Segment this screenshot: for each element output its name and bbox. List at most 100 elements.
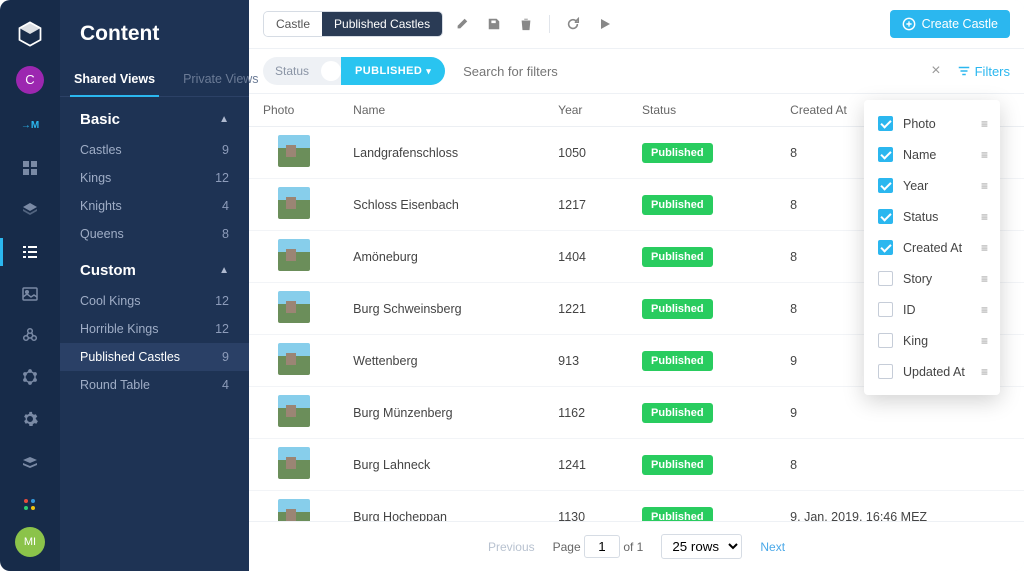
save-icon[interactable]: [485, 15, 503, 33]
sidebar-item[interactable]: Knights4: [60, 192, 249, 220]
column-toggle-row[interactable]: Updated At ≡: [864, 356, 1000, 387]
checkbox[interactable]: [878, 209, 893, 224]
column-toggle-row[interactable]: Name ≡: [864, 139, 1000, 170]
sidebar-item[interactable]: Queens8: [60, 220, 249, 248]
column-label: King: [903, 334, 971, 348]
play-icon[interactable]: [596, 15, 614, 33]
column-toggle-row[interactable]: Status ≡: [864, 201, 1000, 232]
edit-icon[interactable]: [453, 15, 471, 33]
nav-rail: C →M MI: [0, 0, 60, 571]
user-avatar[interactable]: MI: [15, 527, 45, 557]
status-filter[interactable]: Status PUBLISHED▾: [263, 57, 445, 85]
breadcrumb-root[interactable]: Castle: [264, 12, 322, 36]
checkbox[interactable]: [878, 364, 893, 379]
pager-next[interactable]: Next: [760, 540, 785, 554]
col-name[interactable]: Name: [339, 94, 544, 127]
column-label: Photo: [903, 117, 971, 131]
clear-filters-icon[interactable]: ×: [925, 62, 946, 80]
refresh-icon[interactable]: [564, 15, 582, 33]
cell-year: 1404: [544, 231, 628, 283]
thumbnail: [278, 135, 310, 167]
col-photo[interactable]: Photo: [249, 94, 339, 127]
sidebar: Content Shared Views Private Views Basic…: [60, 0, 249, 571]
sidebar-item[interactable]: Kings12: [60, 164, 249, 192]
search-input[interactable]: [455, 58, 915, 85]
cell-name: Schloss Eisenbach: [339, 179, 544, 231]
checkbox[interactable]: [878, 147, 893, 162]
column-toggle-row[interactable]: Year ≡: [864, 170, 1000, 201]
tab-private-views[interactable]: Private Views: [169, 62, 273, 96]
drag-handle-icon[interactable]: ≡: [981, 179, 986, 193]
sidebar-item[interactable]: Castles9: [60, 136, 249, 164]
apps-icon[interactable]: [0, 485, 60, 525]
status-badge: Published: [642, 299, 713, 319]
app-logo[interactable]: [14, 18, 46, 50]
column-label: Status: [903, 210, 971, 224]
drag-handle-icon[interactable]: ≡: [981, 334, 986, 348]
cell-year: 1221: [544, 283, 628, 335]
column-label: ID: [903, 303, 971, 317]
column-toggle-row[interactable]: ID ≡: [864, 294, 1000, 325]
checkbox[interactable]: [878, 178, 893, 193]
drag-handle-icon[interactable]: ≡: [981, 210, 986, 224]
checkbox[interactable]: [878, 240, 893, 255]
column-toggle-row[interactable]: Story ≡: [864, 263, 1000, 294]
settings-icon[interactable]: [0, 399, 60, 439]
cell-name: Amöneburg: [339, 231, 544, 283]
schema-icon[interactable]: [0, 357, 60, 397]
dashboard-icon[interactable]: [0, 148, 60, 188]
stack-icon[interactable]: [0, 190, 60, 230]
drag-handle-icon[interactable]: ≡: [981, 117, 986, 131]
checkbox[interactable]: [878, 271, 893, 286]
breadcrumb-current[interactable]: Published Castles: [322, 12, 442, 36]
docs-icon[interactable]: [0, 443, 60, 483]
drag-handle-icon[interactable]: ≡: [981, 303, 986, 317]
table-row[interactable]: Burg Lahneck 1241 Published 8: [249, 439, 1024, 491]
status-badge: Published: [642, 403, 713, 423]
column-toggle-row[interactable]: King ≡: [864, 325, 1000, 356]
media-icon[interactable]: [0, 274, 60, 314]
column-toggle-row[interactable]: Photo ≡: [864, 108, 1000, 139]
pager-rows-select[interactable]: 25 rows: [661, 534, 742, 559]
column-label: Updated At: [903, 365, 971, 379]
column-toggle-row[interactable]: Created At ≡: [864, 232, 1000, 263]
pager-page-input[interactable]: [584, 535, 620, 558]
drag-handle-icon[interactable]: ≡: [981, 148, 986, 162]
col-year[interactable]: Year: [544, 94, 628, 127]
thumbnail: [278, 499, 310, 521]
checkbox[interactable]: [878, 333, 893, 348]
sidebar-item[interactable]: Cool Kings12: [60, 287, 249, 315]
cell-year: 1050: [544, 127, 628, 179]
drag-handle-icon[interactable]: ≡: [981, 241, 986, 255]
drag-handle-icon[interactable]: ≡: [981, 365, 986, 379]
status-badge: Published: [642, 247, 713, 267]
workspace-avatar[interactable]: C: [16, 66, 44, 94]
column-label: Year: [903, 179, 971, 193]
section-header[interactable]: Basic▲: [60, 97, 249, 136]
sidebar-item[interactable]: Published Castles9: [60, 343, 249, 371]
checkbox[interactable]: [878, 116, 893, 131]
webhooks-icon[interactable]: [0, 315, 60, 355]
create-button-label: Create Castle: [922, 17, 998, 31]
delete-icon[interactable]: [517, 15, 535, 33]
cell-name: Wettenberg: [339, 335, 544, 387]
migrate-icon[interactable]: →M: [0, 106, 60, 146]
column-label: Story: [903, 272, 971, 286]
page-title: Content: [60, 0, 249, 62]
pager-prev[interactable]: Previous: [488, 540, 535, 554]
drag-handle-icon[interactable]: ≡: [981, 272, 986, 286]
table-row[interactable]: Burg Hocheppan 1130 Published 9. Jan. 20…: [249, 491, 1024, 522]
content-list-icon[interactable]: [0, 232, 60, 272]
cell-year: 1162: [544, 387, 628, 439]
thumbnail: [278, 239, 310, 271]
cell-name: Landgrafenschloss: [339, 127, 544, 179]
sidebar-item[interactable]: Horrible Kings12: [60, 315, 249, 343]
section-header[interactable]: Custom▲: [60, 248, 249, 287]
col-status[interactable]: Status: [628, 94, 776, 127]
create-castle-button[interactable]: Create Castle: [890, 10, 1010, 38]
tab-shared-views[interactable]: Shared Views: [60, 62, 169, 96]
filters-toggle[interactable]: Filters: [957, 64, 1010, 79]
checkbox[interactable]: [878, 302, 893, 317]
status-badge: Published: [642, 507, 713, 522]
sidebar-item[interactable]: Round Table4: [60, 371, 249, 399]
